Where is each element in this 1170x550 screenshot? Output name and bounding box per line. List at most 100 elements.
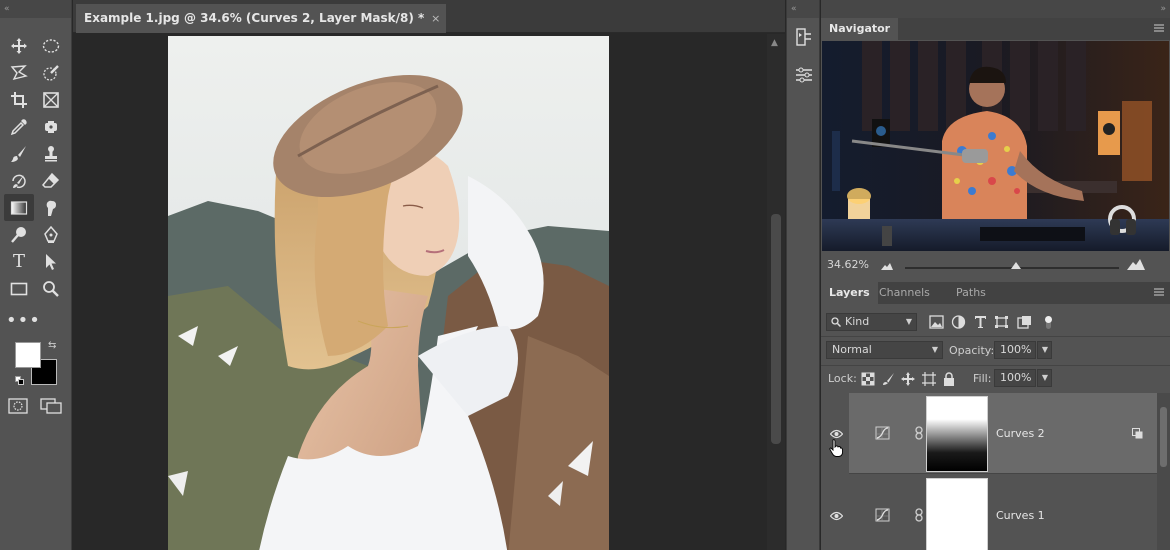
clone-stamp-tool[interactable] — [36, 140, 66, 167]
history-brush-tool[interactable] — [4, 167, 34, 194]
opacity-value: 100% — [1000, 343, 1032, 356]
layers-panel-menu-icon[interactable] — [1154, 287, 1164, 297]
filter-shape-layers-icon[interactable] — [994, 315, 1009, 329]
tab-layers[interactable]: Layers — [821, 282, 878, 304]
curves-adjustment-icon[interactable] — [875, 426, 890, 440]
adjustments-panel-icon[interactable] — [793, 64, 815, 86]
eraser-tool[interactable] — [36, 167, 66, 194]
lock-image-pixels-icon[interactable] — [882, 372, 896, 386]
layer-filter-dropdown[interactable]: Kind ▼ — [826, 313, 917, 331]
lock-transparent-pixels-icon[interactable] — [861, 372, 875, 386]
layers-scroll-thumb[interactable] — [1160, 407, 1167, 467]
filter-pixel-layers-icon[interactable] — [929, 315, 944, 329]
stamp-icon — [45, 145, 57, 161]
lock-position-icon[interactable] — [901, 372, 915, 386]
fill-label: Fill: — [973, 372, 992, 385]
tools-panel: « T ••• ⇆ — [0, 0, 72, 550]
smudge-icon — [46, 200, 56, 216]
layer-mask-thumbnail[interactable] — [926, 396, 988, 472]
quick-mask-icon[interactable] — [8, 398, 28, 414]
filter-type-layers-icon[interactable] — [973, 315, 988, 329]
filter-toggle-icon[interactable] — [1041, 315, 1056, 329]
lasso-tool[interactable] — [4, 59, 34, 86]
zoom-slider-knob[interactable] — [1011, 262, 1022, 269]
crop-icon — [11, 91, 27, 108]
mask-link-icon[interactable] — [914, 426, 924, 440]
elliptical-marquee-icon — [42, 38, 60, 53]
layers-tab-bar: Layers Channels Paths — [821, 282, 1170, 304]
type-tool[interactable]: T — [4, 248, 34, 275]
eye-icon[interactable] — [830, 511, 843, 521]
right-panels-grip[interactable]: » — [821, 0, 1170, 18]
path-selection-tool[interactable] — [36, 248, 66, 275]
collapsed-panels-strip: « — [786, 0, 820, 550]
eyedropper-icon — [10, 118, 27, 135]
marquee-tool[interactable] — [36, 32, 66, 59]
layers-scrollbar[interactable] — [1157, 393, 1170, 550]
pen-tool[interactable] — [36, 221, 66, 248]
scroll-up-icon[interactable]: ▲ — [771, 38, 778, 48]
fill-field[interactable]: 100% — [994, 369, 1036, 387]
mask-link-icon[interactable] — [914, 508, 924, 522]
filter-adjustment-layers-icon[interactable] — [951, 315, 966, 329]
right-panels: » Navigator 34.62% Layers Channels Paths… — [821, 0, 1170, 550]
brush-icon — [11, 145, 26, 162]
arrow-icon — [46, 253, 56, 270]
opacity-dropdown-button[interactable]: ▼ — [1037, 341, 1052, 359]
default-colors-icon[interactable] — [15, 376, 24, 385]
move-tool[interactable] — [4, 32, 34, 59]
layer-name[interactable]: Curves 1 — [996, 509, 1045, 522]
layer-row-curves-2[interactable]: Curves 2 — [821, 393, 1157, 474]
gradient-tool[interactable] — [4, 194, 34, 221]
document-tab[interactable]: Example 1.jpg @ 34.6% (Curves 2, Layer M… — [76, 4, 447, 33]
dodge-tool[interactable] — [4, 221, 34, 248]
screen-mode-icon[interactable] — [40, 398, 62, 414]
foreground-color-swatch[interactable] — [15, 342, 41, 368]
smudge-tool[interactable] — [36, 194, 66, 221]
clipping-badge-icon — [1132, 428, 1143, 439]
layer-mask-thumbnail[interactable] — [926, 478, 988, 550]
tab-channels[interactable]: Channels — [871, 282, 938, 304]
eye-icon[interactable] — [830, 429, 843, 439]
layer-name[interactable]: Curves 2 — [996, 427, 1045, 440]
magnifier-icon — [43, 280, 59, 297]
crop-tool[interactable] — [4, 86, 34, 113]
zoom-tool[interactable] — [36, 275, 66, 302]
close-tab-icon[interactable]: × — [431, 4, 440, 33]
canvas-area[interactable] — [73, 34, 767, 550]
scroll-thumb[interactable] — [771, 214, 781, 444]
tools-panel-grip[interactable]: « — [0, 0, 71, 18]
navigator-preview[interactable] — [822, 41, 1169, 251]
visibility-cell[interactable] — [821, 393, 849, 474]
filter-smart-objects-icon[interactable] — [1017, 315, 1032, 329]
tab-navigator[interactable]: Navigator — [821, 18, 899, 40]
history-panel-icon[interactable] — [793, 26, 815, 48]
healing-tool[interactable] — [36, 113, 66, 140]
rectangle-tool[interactable] — [4, 275, 34, 302]
tab-paths[interactable]: Paths — [948, 282, 994, 304]
zoom-out-icon[interactable] — [881, 262, 893, 270]
layer-row-curves-1[interactable]: Curves 1 — [821, 475, 1157, 550]
chevron-down-icon: ▼ — [1041, 373, 1048, 382]
edit-toolbar-button[interactable]: ••• — [6, 310, 41, 331]
document-image[interactable] — [168, 36, 609, 550]
visibility-cell[interactable] — [821, 475, 849, 550]
zoom-in-icon[interactable] — [1127, 258, 1145, 270]
curves-adjustment-icon[interactable] — [875, 508, 890, 522]
lock-all-icon[interactable] — [942, 372, 956, 386]
quick-selection-tool[interactable] — [36, 59, 66, 86]
fill-dropdown-button[interactable]: ▼ — [1037, 369, 1052, 387]
navigator-zoom-row: 34.62% — [821, 254, 1170, 278]
opacity-field[interactable]: 100% — [994, 341, 1036, 359]
eyedropper-tool[interactable] — [4, 113, 34, 140]
panel-menu-icon[interactable] — [1154, 23, 1164, 33]
frame-tool[interactable] — [36, 86, 66, 113]
blend-mode-dropdown[interactable]: Normal ▼ — [826, 341, 943, 359]
canvas-vertical-scrollbar[interactable]: ▲ — [767, 34, 785, 550]
brush-tool[interactable] — [4, 140, 34, 167]
navigator-zoom-value[interactable]: 34.62% — [827, 258, 869, 271]
swap-colors-icon[interactable]: ⇆ — [48, 340, 56, 351]
lock-artboard-icon[interactable] — [922, 372, 936, 386]
strip-grip[interactable]: « — [787, 0, 819, 18]
chevron-down-icon: ▼ — [931, 345, 938, 354]
